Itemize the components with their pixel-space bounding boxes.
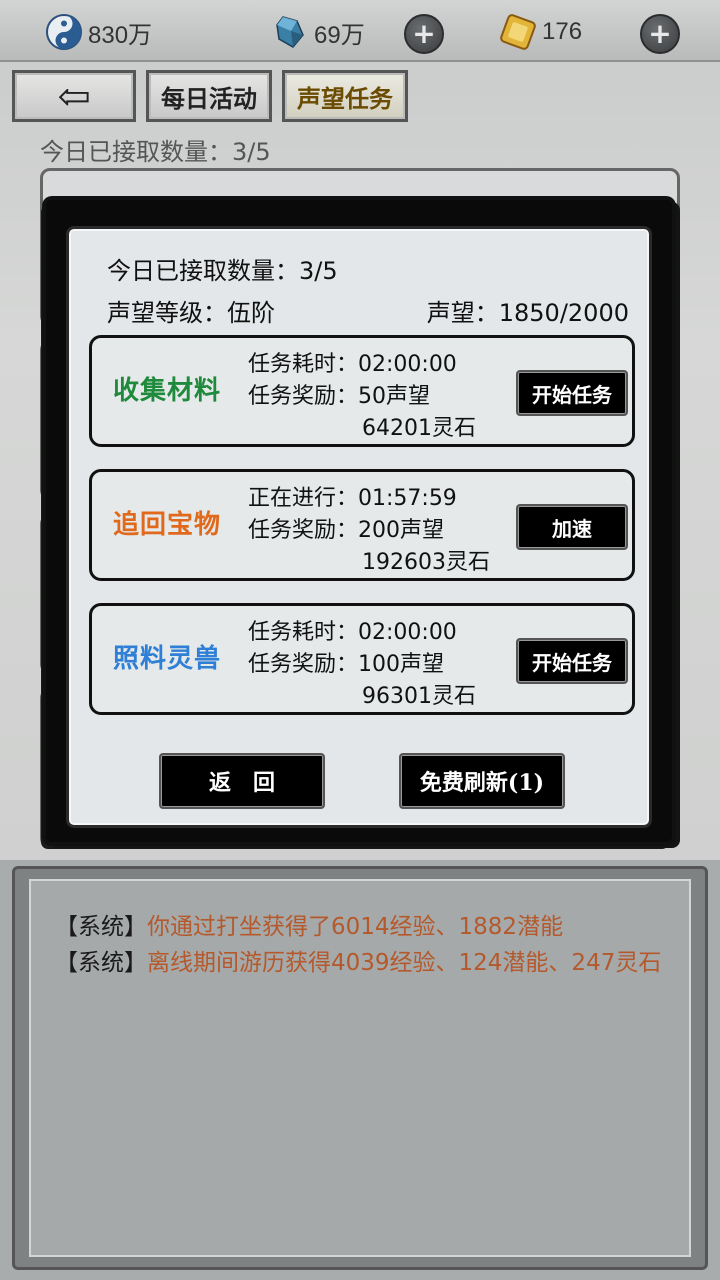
log-tag: 【系统】 <box>55 950 147 976</box>
tab-reputation-task-label: 声望任务 <box>297 83 393 113</box>
task-card: 追回宝物 正在进行：01:57:59 任务奖励：200声望 192603灵石 加… <box>89 469 635 581</box>
task-name: 收集材料 <box>112 376 221 406</box>
log-line: 【系统】离线期间游历获得4039经验、124潜能、247灵石 <box>55 945 675 981</box>
system-log[interactable]: 【系统】你通过打坐获得了6014经验、1882潜能 【系统】离线期间游历获得40… <box>29 879 691 1257</box>
gold-resource: 176 <box>498 12 582 52</box>
crystal-value: 69万 <box>314 21 365 49</box>
reputation-task-dialog: 今日已接取数量：3/5 声望等级：伍阶 声望：1850/2000 收集材料 任务… <box>66 226 652 828</box>
reputation-points: 声望：1850/2000 <box>426 299 629 327</box>
task-card: 收集材料 任务耗时：02:00:00 任务奖励：50声望 64201灵石 开始任… <box>89 335 635 447</box>
free-refresh-button[interactable]: 免费刷新(1) <box>399 753 565 809</box>
taiji-resource: 830万 <box>44 12 152 52</box>
task-reward: 任务奖励：200声望 <box>248 518 444 543</box>
task-card: 照料灵兽 任务耗时：02:00:00 任务奖励：100声望 96301灵石 开始… <box>89 603 635 715</box>
log-line: 【系统】你通过打坐获得了6014经验、1882潜能 <box>55 909 675 945</box>
add-crystal-button[interactable]: + <box>404 14 444 54</box>
dialog-accepted-count: 今日已接取数量：3/5 <box>107 257 338 285</box>
log-message: 离线期间游历获得4039经验、124潜能、247灵石 <box>147 950 662 976</box>
taiji-icon <box>44 12 84 52</box>
task-duration: 任务耗时：02:00:00 <box>248 620 457 645</box>
accepted-count-label: 今日已接取数量：3/5 <box>40 138 271 166</box>
back-arrow-button[interactable]: ⇦ <box>12 70 136 122</box>
start-task-button[interactable]: 开始任务 <box>516 638 628 684</box>
task-duration: 任务耗时：02:00:00 <box>248 352 457 377</box>
task-name: 追回宝物 <box>112 510 221 540</box>
taiji-value: 830万 <box>88 21 153 49</box>
add-gold-button[interactable]: + <box>640 14 680 54</box>
gold-ingot-icon <box>498 12 538 52</box>
crystal-icon <box>270 12 310 52</box>
tab-daily-activity-label: 每日活动 <box>161 83 257 113</box>
tab-daily-activity[interactable]: 每日活动 <box>146 70 272 122</box>
dialog-back-button[interactable]: 返 回 <box>159 753 325 809</box>
system-log-panel: 【系统】你通过打坐获得了6014经验、1882潜能 【系统】离线期间游历获得40… <box>12 866 708 1270</box>
crystal-resource: 69万 <box>270 12 365 52</box>
task-reward: 任务奖励：100声望 <box>248 652 444 677</box>
start-task-button[interactable]: 开始任务 <box>516 370 628 416</box>
task-reward: 任务奖励：50声望 <box>248 384 430 409</box>
log-message: 你通过打坐获得了6014经验、1882潜能 <box>147 914 564 940</box>
back-arrow-icon: ⇦ <box>57 72 91 120</box>
log-tag: 【系统】 <box>55 914 147 940</box>
task-progress: 正在进行：01:57:59 <box>248 486 457 511</box>
task-name: 照料灵兽 <box>112 644 221 674</box>
task-reward-stones: 64201灵石 <box>362 416 476 441</box>
tab-reputation-task[interactable]: 声望任务 <box>282 70 408 122</box>
task-reward-stones: 192603灵石 <box>362 550 490 575</box>
gold-value: 176 <box>542 18 583 45</box>
speed-up-button[interactable]: 加速 <box>516 504 628 550</box>
resource-bar: 830万 69万 + 176 + <box>0 0 720 62</box>
reputation-level: 声望等级：伍阶 <box>107 299 275 327</box>
task-reward-stones: 96301灵石 <box>362 684 476 709</box>
